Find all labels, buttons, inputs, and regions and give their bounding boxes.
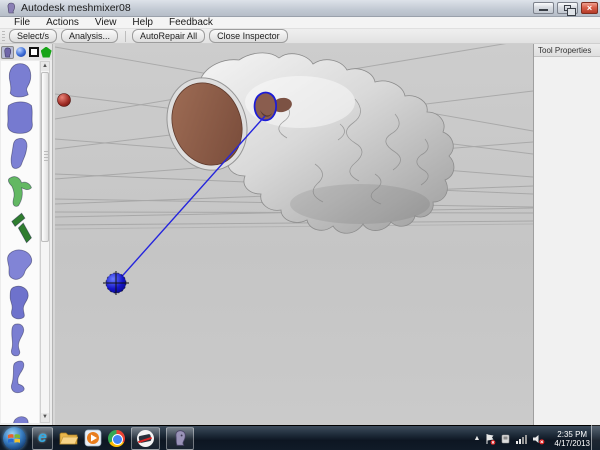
minimize-button[interactable] (533, 2, 554, 14)
start-button[interactable] (3, 426, 26, 450)
thumbnail-ear-part[interactable] (2, 136, 38, 172)
thumbnail-list (1, 61, 39, 423)
scene-canvas (55, 44, 533, 295)
scroll-down-icon[interactable]: ▼ (41, 413, 49, 422)
action-center-flag-icon[interactable] (484, 433, 496, 445)
menu-file[interactable]: File (6, 17, 38, 28)
analysis-button[interactable]: Analysis... (61, 29, 119, 43)
select-button[interactable]: Select/s (9, 29, 58, 43)
thumbnail-small-part[interactable] (2, 395, 38, 423)
autorepair-all-button[interactable]: AutoRepair All (132, 29, 206, 43)
pentagon-glyph (40, 46, 52, 58)
network-signal-icon[interactable] (515, 433, 528, 445)
close-icon: × (586, 3, 593, 13)
show-desktop-button[interactable] (591, 425, 600, 450)
viewport-3d[interactable] (55, 44, 533, 425)
square-glyph (28, 47, 39, 57)
system-tray: ▲ 2:35 PM 4/17/2013 (473, 426, 590, 450)
taskbar: e ▲ 2:35 PM 4/17/2013 (0, 425, 600, 450)
tray-clock[interactable]: 2:35 PM 4/17/2013 (554, 430, 590, 448)
thumbnail-head-part[interactable] (2, 62, 38, 98)
volume-muted-icon[interactable] (532, 433, 545, 445)
menu-view[interactable]: View (87, 17, 125, 28)
menu-help[interactable]: Help (124, 17, 161, 28)
scroll-up-icon[interactable]: ▲ (41, 62, 49, 71)
game-app-icon (136, 429, 154, 447)
close-button[interactable]: × (581, 2, 598, 14)
sphere-tool-icon[interactable] (15, 46, 27, 59)
minimize-icon (539, 9, 548, 11)
title-bar[interactable]: Autodesk meshmixer08 × (0, 0, 600, 17)
menu-bar: File Actions View Help Feedback (0, 17, 600, 29)
window-title: Autodesk meshmixer08 (21, 2, 131, 14)
sidebar-mode-icons (0, 44, 52, 60)
tool-properties-header[interactable]: Tool Properties (534, 44, 600, 57)
head-part-tool-icon[interactable] (1, 45, 14, 59)
toolbar-separator (125, 30, 127, 42)
media-player-icon (84, 429, 102, 447)
sidebar-scrollbar[interactable]: ▲ ▼ (40, 61, 50, 423)
restore-icon (564, 5, 576, 16)
blue-handle-sphere[interactable] (103, 271, 129, 295)
meshmixer-window: Autodesk meshmixer08 × File Actions View… (0, 0, 600, 450)
thumbnail-sticks-part[interactable] (2, 210, 38, 246)
scrollbar-thumb[interactable] (41, 72, 49, 242)
taskbar-meshmixer-app[interactable] (165, 426, 194, 450)
thumbnail-face-part[interactable] (2, 99, 38, 135)
meshmixer-app-icon (7, 2, 15, 14)
head-glyph (4, 47, 12, 57)
taskbar-chrome[interactable] (107, 427, 125, 450)
toolbar: Select/s Analysis... AutoRepair All Clos… (0, 29, 600, 44)
clock-date: 4/17/2013 (554, 438, 590, 448)
show-hidden-icons-icon[interactable]: ▲ (473, 435, 480, 442)
device-tray-icon[interactable] (500, 433, 511, 445)
sphere-glyph (15, 47, 26, 57)
thumbnail-foot-part[interactable] (2, 358, 38, 394)
internet-explorer-icon: e (38, 429, 47, 446)
windows-flag-icon (8, 433, 20, 443)
close-inspector-button[interactable]: Close Inspector (209, 29, 288, 43)
chrome-icon (107, 429, 125, 447)
clock-time: 2:35 PM (557, 429, 588, 439)
folder-icon (59, 432, 78, 445)
thumbnail-branch-part[interactable] (2, 173, 38, 209)
parts-sidebar: ▲ ▼ (0, 44, 53, 425)
thumbnail-limb-part[interactable] (2, 321, 38, 357)
meshmixer-taskbar-icon (175, 430, 186, 446)
thumbnail-torso-part[interactable] (2, 284, 38, 320)
taskbar-game-app[interactable] (130, 426, 160, 450)
polygon-tool-icon[interactable] (40, 46, 52, 59)
toolbar-grip[interactable] (2, 31, 5, 41)
taskbar-windows-explorer[interactable] (59, 427, 78, 450)
menu-actions[interactable]: Actions (38, 17, 87, 28)
restore-button[interactable] (557, 2, 578, 16)
menu-feedback[interactable]: Feedback (161, 17, 221, 28)
thumbnail-blob-part[interactable] (2, 247, 38, 283)
red-handle-sphere[interactable] (57, 93, 71, 107)
taskbar-media-player[interactable] (84, 427, 102, 450)
taskbar-internet-explorer[interactable]: e (32, 426, 53, 450)
tool-properties-panel: Tool Properties (533, 44, 600, 425)
rocky-mesh[interactable] (154, 52, 455, 234)
plane-tool-icon[interactable] (28, 46, 40, 59)
